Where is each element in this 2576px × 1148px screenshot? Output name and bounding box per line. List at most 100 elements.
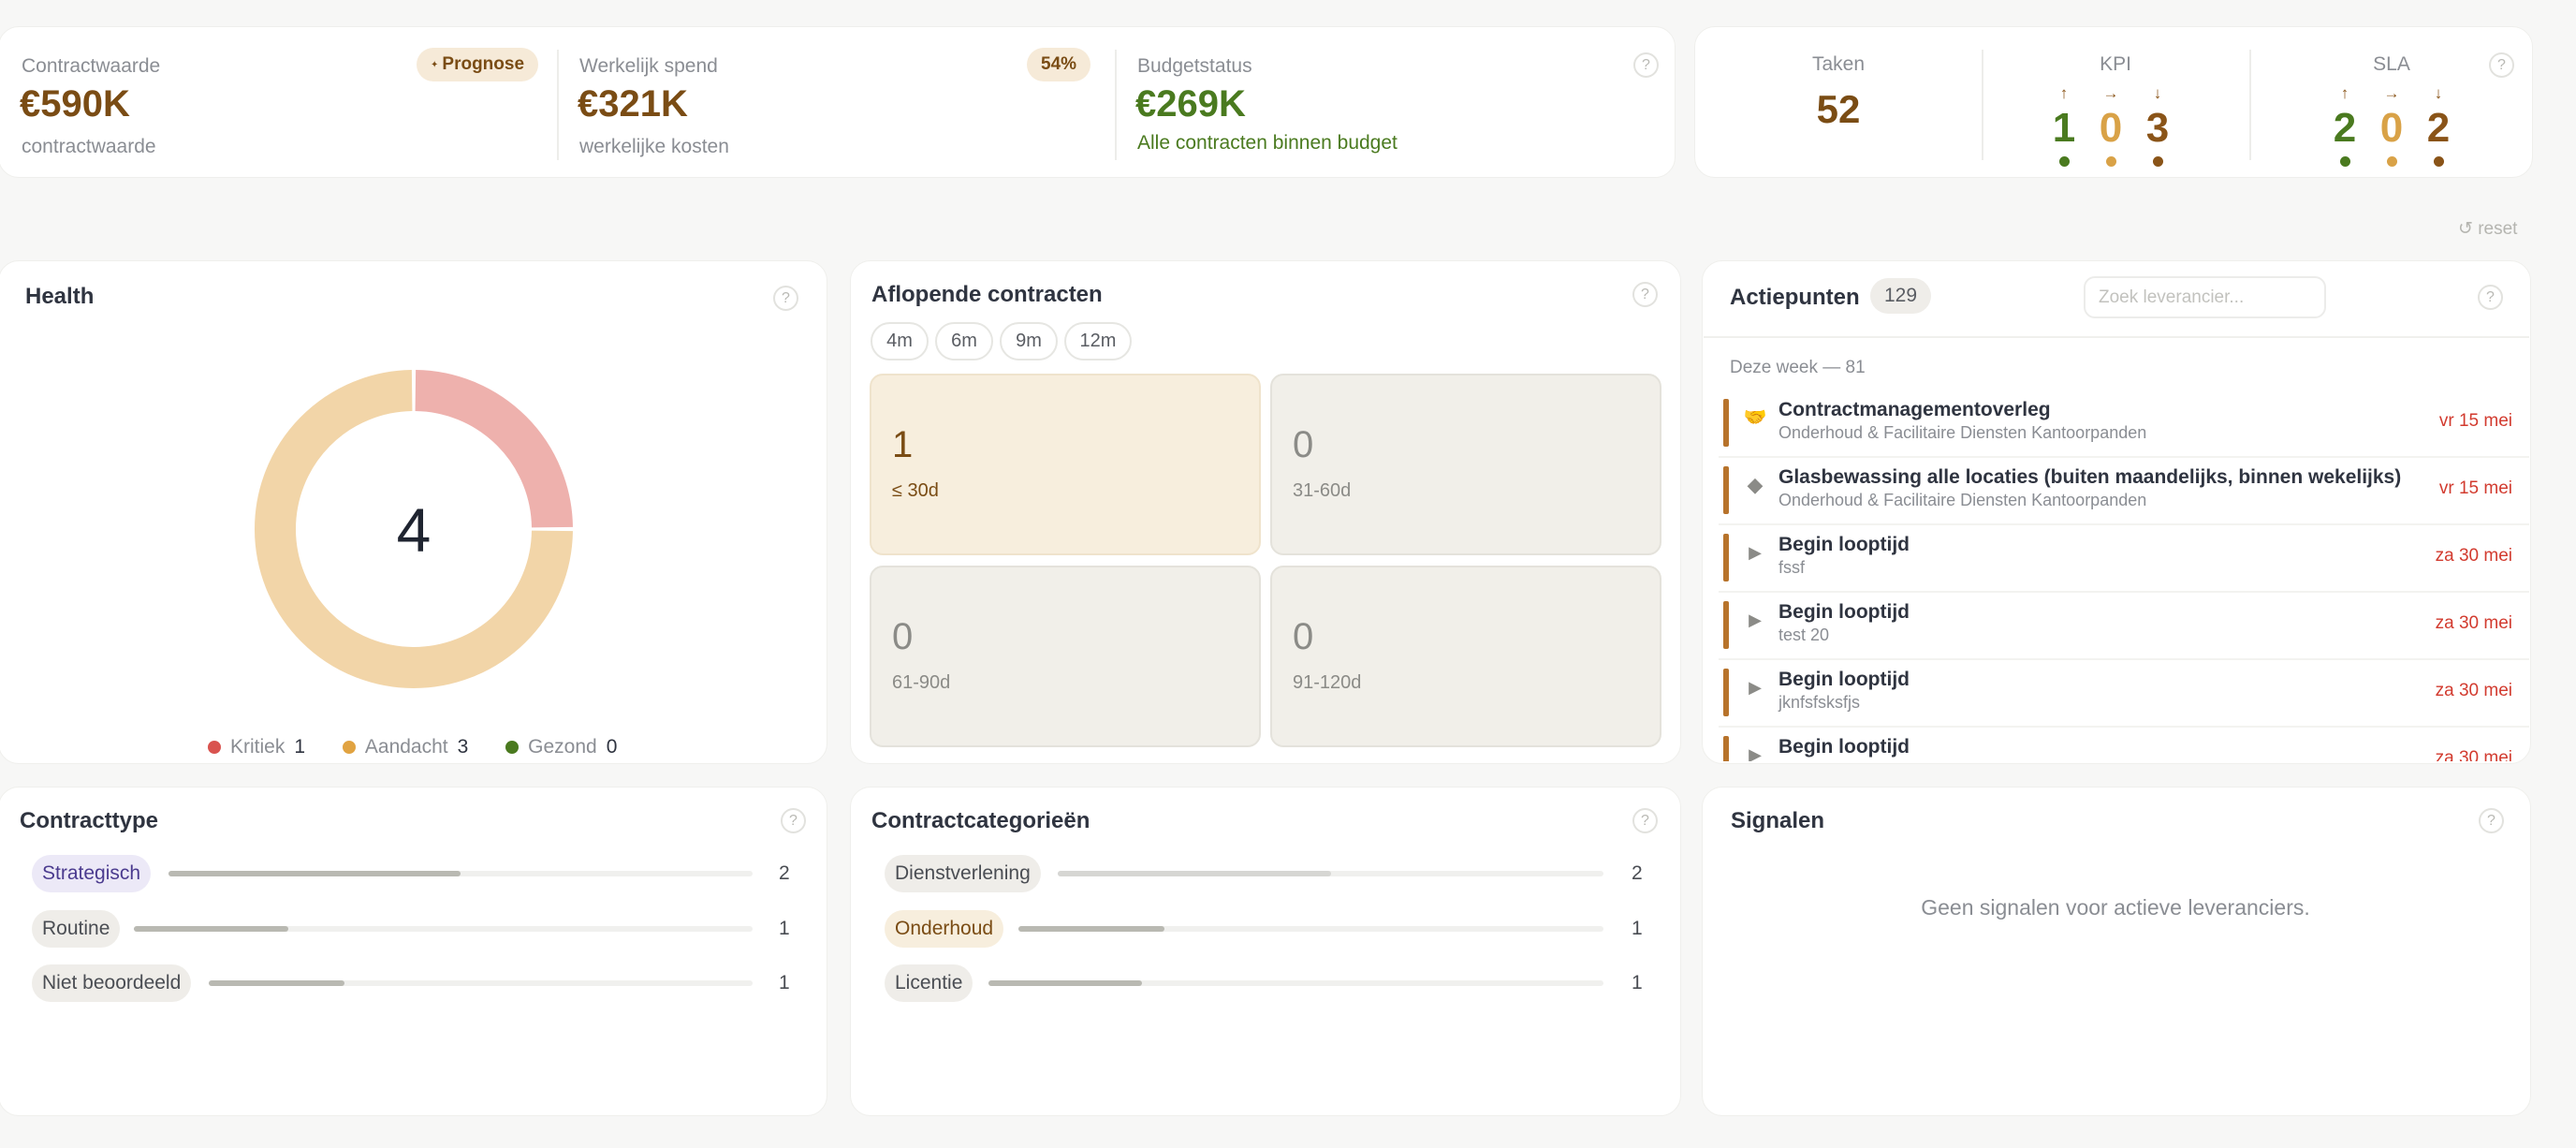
- kpi-label: KPI: [2100, 53, 2131, 75]
- kpi-flat: → 0: [2094, 85, 2128, 167]
- progress-track: [1058, 871, 1603, 876]
- contract-categories-card: Contractcategorieën: [850, 787, 1681, 1116]
- priority-bar: [1723, 669, 1729, 716]
- filter-chip-4m[interactable]: 4m: [871, 322, 929, 361]
- expiring-tile-91-120d[interactable]: 0 91-120d: [1270, 566, 1661, 747]
- sla-down-value: 2: [2426, 105, 2451, 151]
- progress-fill: [168, 871, 461, 876]
- progress-fill: [1018, 926, 1165, 932]
- count-value: 1: [779, 918, 790, 939]
- spend-percent-badge: 54%: [1027, 48, 1091, 81]
- list-item[interactable]: ▶ Begin looptijd za 30 mei: [1719, 728, 2529, 761]
- help-icon[interactable]: [781, 808, 806, 833]
- expiring-tile-31-60d[interactable]: 0 31-60d: [1270, 374, 1661, 555]
- contract-value-metric: Contractwaarde ✦ Prognose €590K contractw…: [0, 1, 557, 179]
- health-legend: Kritiek 1 Aandacht 3 Gezond 0: [208, 736, 649, 758]
- list-item[interactable]: ▶ Begin looptijd test 20 za 30 mei: [1719, 593, 2529, 660]
- tag-licentie[interactable]: Licentie: [885, 964, 973, 1002]
- kpi-flat-value: 0: [2099, 105, 2123, 151]
- filter-chip-6m[interactable]: 6m: [935, 322, 993, 361]
- progress-fill: [209, 980, 345, 986]
- arrow-up-icon: ↑: [2059, 84, 2069, 102]
- supplier-search-input[interactable]: [2084, 276, 2326, 318]
- action-items-list: 🤝 Contractmanagementoverleg Onderhoud & …: [1719, 390, 2529, 761]
- tag-niet-beoordeeld[interactable]: Niet beoordeeld: [32, 964, 192, 1002]
- expiring-tile-30d[interactable]: 1 ≤ 30d: [870, 374, 1261, 555]
- sla-up-value: 2: [2333, 105, 2357, 151]
- contract-type-title: Contracttype: [20, 808, 159, 833]
- help-icon[interactable]: [1633, 52, 1659, 78]
- sparkle-icon: ✦: [431, 60, 439, 70]
- tag-routine[interactable]: Routine: [32, 910, 121, 948]
- kpi-up-value: 1: [2052, 105, 2076, 151]
- help-icon[interactable]: [2479, 808, 2504, 833]
- kpi-down-value: 3: [2145, 105, 2170, 151]
- tag-dienstverlening[interactable]: Dienstverlening: [885, 855, 1041, 892]
- green-dot: [2058, 156, 2070, 167]
- donut-segment-0[interactable]: [415, 370, 573, 528]
- help-icon[interactable]: [2489, 52, 2514, 78]
- filter-chip-12m[interactable]: 12m: [1064, 322, 1132, 361]
- amber-dot: [342, 741, 356, 754]
- amber-dot: [2105, 156, 2116, 167]
- help-icon[interactable]: [2478, 285, 2503, 310]
- green-dot: [505, 741, 520, 754]
- brown-dot: [2152, 156, 2163, 167]
- budget-status-sub: Alle contracten binnen budget: [1137, 132, 1398, 154]
- expiring-tile-61-90d[interactable]: 0 61-90d: [870, 566, 1261, 747]
- arrow-up-icon: ↑: [2340, 84, 2349, 102]
- play-icon: ▶: [1749, 611, 1762, 629]
- divider: [1704, 336, 2529, 338]
- budget-status-metric: Budgetstatus €269K Alle contracten binne…: [1115, 1, 1676, 179]
- play-icon: ▶: [1749, 543, 1762, 562]
- sla-flat: → 0: [2375, 85, 2408, 167]
- sla-score: SLA ↑ 2 → 0 ↓ 2: [2249, 1, 2534, 179]
- reset-button[interactable]: ↺ reset: [2458, 218, 2517, 240]
- legend-item-attention: Aandacht 3: [342, 736, 468, 758]
- count-value: 2: [1632, 862, 1643, 884]
- budget-status-label: Budgetstatus: [1137, 55, 1252, 77]
- priority-bar: [1723, 399, 1729, 447]
- play-icon: ▶: [1749, 745, 1762, 761]
- diamond-icon: ◆: [1747, 473, 1764, 496]
- help-icon[interactable]: [1632, 282, 1658, 307]
- contract-categories-title: Contractcategorieën: [871, 808, 1090, 833]
- action-items-count-badge: 129: [1870, 278, 1932, 314]
- tasks-value: 52: [1816, 87, 1861, 131]
- priority-bar: [1723, 736, 1729, 761]
- count-value: 1: [1632, 972, 1643, 993]
- arrow-right-icon: →: [2383, 84, 2400, 102]
- list-item[interactable]: ▶ Begin looptijd jknfsfsksfjs za 30 mei: [1719, 660, 2529, 728]
- priority-bar: [1723, 601, 1729, 649]
- contract-type-row-routine: Routine 1: [32, 910, 801, 948]
- filter-chip-9m[interactable]: 9m: [1000, 322, 1058, 361]
- signals-title: Signalen: [1731, 808, 1825, 833]
- progress-fill: [134, 926, 289, 932]
- list-item[interactable]: ◆ Glasbewassing alle locaties (buiten ma…: [1719, 458, 2529, 525]
- priority-bar: [1723, 534, 1729, 581]
- kpi-up: ↑ 1: [2047, 85, 2081, 167]
- tasks-score: Taken 52: [1695, 1, 1982, 179]
- sla-up: ↑ 2: [2328, 85, 2362, 167]
- sla-down: ↓ 2: [2422, 85, 2455, 167]
- list-item[interactable]: ▶ Begin looptijd fssf za 30 mei: [1719, 525, 2529, 593]
- progress-fill: [1058, 871, 1331, 876]
- category-row-license: Licentie 1: [885, 964, 1654, 1002]
- contract-type-row-not-assessed: Niet beoordeeld 1: [32, 964, 801, 1002]
- week-group-label: Deze week — 81: [1730, 358, 1866, 377]
- category-row-maintenance: Onderhoud 1: [885, 910, 1654, 948]
- action-items-title: Actiepunten: [1730, 285, 1860, 310]
- category-row-services: Dienstverlening 2: [885, 855, 1654, 892]
- kpi-score: KPI ↑ 1 → 0 ↓ 3: [1982, 1, 2249, 179]
- help-icon[interactable]: [1632, 808, 1658, 833]
- tag-onderhoud[interactable]: Onderhoud: [885, 910, 1004, 948]
- actual-spend-amount: €321K: [578, 83, 688, 125]
- legend-item-healthy: Gezond 0: [505, 736, 617, 758]
- list-item[interactable]: 🤝 Contractmanagementoverleg Onderhoud & …: [1719, 390, 2529, 458]
- progress-track: [988, 980, 1603, 986]
- expiring-title: Aflopende contracten: [871, 282, 1103, 307]
- tag-strategisch[interactable]: Strategisch: [32, 855, 152, 892]
- kpi-down: ↓ 3: [2141, 85, 2174, 167]
- count-value: 1: [1632, 918, 1643, 939]
- actual-spend-sub: werkelijke kosten: [579, 136, 729, 157]
